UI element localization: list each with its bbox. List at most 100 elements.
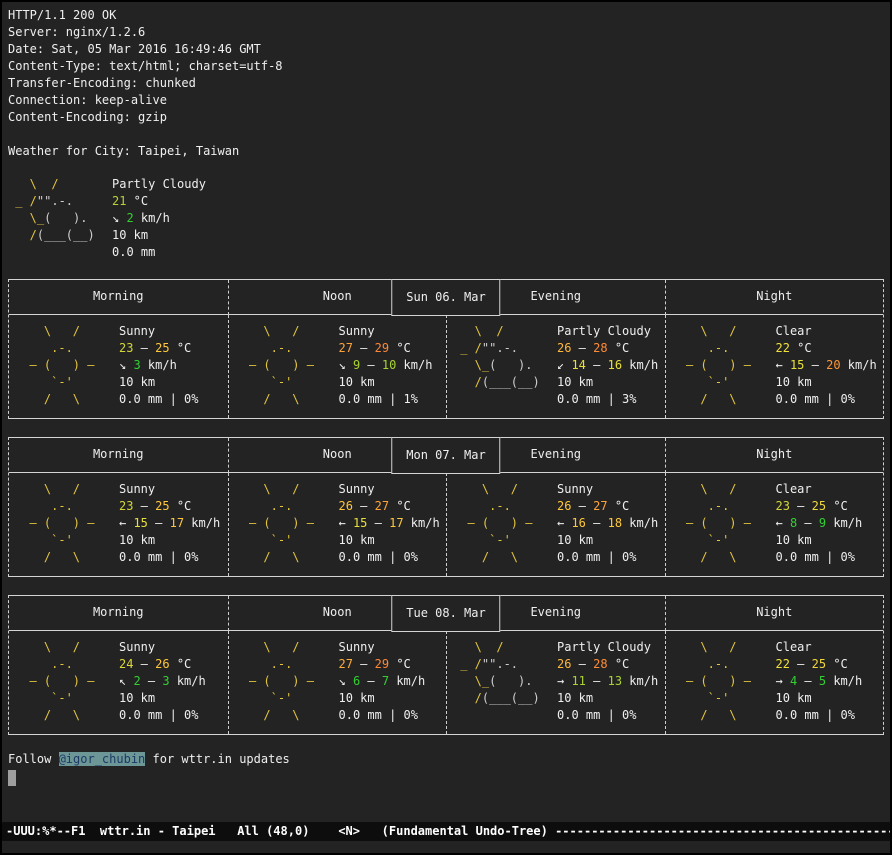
forecast-day: Tue 08. Mar Morning Noon Evening Night \… bbox=[8, 595, 884, 735]
visibility-value: 10 km bbox=[339, 690, 447, 707]
partly-cloudy-icon: \ / _ /"".-. \_( ). /(___(__) bbox=[447, 639, 557, 724]
twitter-handle-link[interactable]: @igor_chubin bbox=[59, 752, 146, 766]
forecast-cell: \ / .-. ― ( ) ― `-' / \ Sunny 26 – 27 °C… bbox=[228, 473, 447, 576]
temperature-range: 22 – 25 °C bbox=[776, 656, 884, 673]
visibility-value: 10 km bbox=[339, 374, 447, 391]
column-header-morning: Morning bbox=[9, 280, 228, 315]
precipitation-value: 0.0 mm | 0% bbox=[339, 549, 447, 566]
temperature-range: 23 – 25 °C bbox=[119, 498, 228, 515]
forecast-cell: \ / _ /"".-. \_( ). /(___(__) Partly Clo… bbox=[446, 315, 665, 418]
forecast-day: Mon 07. Mar Morning Noon Evening Night \… bbox=[8, 437, 884, 577]
partly-cloudy-icon: \ / _ /"".-. \_( ). /(___(__) bbox=[447, 323, 557, 408]
column-header-morning: Morning bbox=[9, 438, 228, 473]
precipitation-value: 0.0 mm | 0% bbox=[119, 391, 228, 408]
wind-direction-icon: ← bbox=[776, 358, 790, 372]
forecast-cell: \ / .-. ― ( ) ― `-' / \ Clear 22 °C ← 15… bbox=[665, 315, 884, 418]
column-header-morning: Morning bbox=[9, 596, 228, 631]
wind-speed: ↙ 14 – 16 km/h bbox=[557, 357, 665, 374]
forecast-cell: \ / .-. ― ( ) ― `-' / \ Sunny 27 – 29 °C… bbox=[228, 631, 447, 734]
partly-cloudy-icon: \ / _ /"".-. \_( ). /(___(__) bbox=[8, 176, 112, 261]
visibility-value: 10 km bbox=[776, 690, 884, 707]
wind-direction-icon: ↙ bbox=[557, 358, 571, 372]
sunny-icon: \ / .-. ― ( ) ― `-' / \ bbox=[666, 323, 776, 408]
condition-label: Sunny bbox=[119, 481, 228, 498]
sunny-icon: \ / .-. ― ( ) ― `-' / \ bbox=[9, 639, 119, 724]
precipitation-value: 0.0 mm | 0% bbox=[119, 549, 228, 566]
http-header-line: Content-Type: text/html; charset=utf-8 bbox=[8, 58, 884, 75]
visibility-value: 10 km bbox=[557, 532, 665, 549]
column-header-night: Night bbox=[665, 280, 884, 315]
condition-label: Partly Cloudy bbox=[557, 639, 665, 656]
condition-label: Sunny bbox=[339, 323, 447, 340]
wind-direction-icon: ← bbox=[776, 516, 790, 530]
sunny-icon: \ / .-. ― ( ) ― `-' / \ bbox=[447, 481, 557, 566]
forecast-cell: \ / .-. ― ( ) ― `-' / \ Sunny 23 – 25 °C… bbox=[9, 473, 228, 576]
wind-direction-icon: ← bbox=[119, 516, 133, 530]
temperature-range: 27 – 29 °C bbox=[339, 340, 447, 357]
precipitation-value: 0.0 mm | 0% bbox=[339, 707, 447, 724]
wind-speed: ← 16 – 18 km/h bbox=[557, 515, 665, 532]
follow-line: Follow @igor_chubin for wttr.in updates bbox=[8, 751, 884, 768]
condition-label: Sunny bbox=[339, 639, 447, 656]
wind-direction-icon: → bbox=[776, 674, 790, 688]
precipitation-value: 0.0 mm | 0% bbox=[776, 549, 884, 566]
modeline-dashes: ----------------------------------------… bbox=[555, 824, 890, 838]
condition-label: Clear bbox=[776, 323, 884, 340]
precipitation-value: 0.0 mm | 0% bbox=[557, 549, 665, 566]
forecast-cell: \ / .-. ― ( ) ― `-' / \ Clear 22 – 25 °C… bbox=[665, 631, 884, 734]
visibility-value: 10 km bbox=[557, 374, 665, 391]
sunny-icon: \ / .-. ― ( ) ― `-' / \ bbox=[229, 639, 339, 724]
sunny-icon: \ / .-. ― ( ) ― `-' / \ bbox=[666, 481, 776, 566]
condition-label: Sunny bbox=[119, 639, 228, 656]
wind-speed: ← 15 – 17 km/h bbox=[339, 515, 447, 532]
visibility-value: 10 km bbox=[119, 374, 228, 391]
wind-speed: ↘ 6 – 7 km/h bbox=[339, 673, 447, 690]
text-cursor bbox=[8, 770, 16, 786]
sunny-icon: \ / .-. ― ( ) ― `-' / \ bbox=[229, 481, 339, 566]
temperature-range: 24 – 26 °C bbox=[119, 656, 228, 673]
wind-direction-icon: ← bbox=[557, 516, 571, 530]
visibility-value: 10 km bbox=[119, 532, 228, 549]
forecast-cell: \ / .-. ― ( ) ― `-' / \ Sunny 24 – 26 °C… bbox=[9, 631, 228, 734]
sunny-icon: \ / .-. ― ( ) ― `-' / \ bbox=[229, 323, 339, 408]
visibility-value: 10 km bbox=[776, 532, 884, 549]
column-header-night: Night bbox=[665, 438, 884, 473]
visibility-value: 10 km bbox=[339, 532, 447, 549]
sunny-icon: \ / .-. ― ( ) ― `-' / \ bbox=[9, 323, 119, 408]
wind-speed: → 4 – 5 km/h bbox=[776, 673, 884, 690]
precipitation-value: 0.0 mm | 0% bbox=[776, 391, 884, 408]
wind-direction-icon: → bbox=[557, 674, 571, 688]
wind-speed: ↘ 3 km/h bbox=[119, 357, 228, 374]
condition-label: Clear bbox=[776, 481, 884, 498]
condition-label: Sunny bbox=[119, 323, 228, 340]
temperature-range: 22 °C bbox=[776, 340, 884, 357]
visibility-value: 10 km bbox=[112, 227, 884, 244]
condition-label: Sunny bbox=[339, 481, 447, 498]
precipitation-value: 0.0 mm | 0% bbox=[119, 707, 228, 724]
condition-label: Clear bbox=[776, 639, 884, 656]
sunny-icon: \ / .-. ― ( ) ― `-' / \ bbox=[666, 639, 776, 724]
wind-speed: ← 15 – 17 km/h bbox=[119, 515, 228, 532]
wind-direction-icon: ↖ bbox=[119, 674, 133, 688]
precipitation-value: 0.0 mm | 0% bbox=[776, 707, 884, 724]
condition-label: Partly Cloudy bbox=[112, 176, 884, 193]
http-header-line: Transfer-Encoding: chunked bbox=[8, 75, 884, 92]
wind-speed: ↘ 2 km/h bbox=[112, 210, 884, 227]
emacs-modeline: -UUU:%*--F1 wttr.in - Taipei All (48,0) … bbox=[2, 822, 890, 841]
precipitation-value: 0.0 mm | 3% bbox=[557, 391, 665, 408]
http-header-line: Content-Encoding: gzip bbox=[8, 109, 884, 126]
forecast-cell: \ / .-. ― ( ) ― `-' / \ Sunny 23 – 25 °C… bbox=[9, 315, 228, 418]
date-box: Mon 07. Mar bbox=[391, 437, 500, 474]
location-heading: Weather for City: Taipei, Taiwan bbox=[8, 143, 884, 160]
forecast-cell: \ / _ /"".-. \_( ). /(___(__) Partly Clo… bbox=[446, 631, 665, 734]
wind-direction-icon: ↘ bbox=[339, 358, 353, 372]
wind-direction-icon: ↘ bbox=[112, 211, 126, 225]
wind-speed: ↖ 2 – 3 km/h bbox=[119, 673, 228, 690]
visibility-value: 10 km bbox=[119, 690, 228, 707]
precipitation-value: 0.0 mm | 0% bbox=[557, 707, 665, 724]
forecast-cell: \ / .-. ― ( ) ― `-' / \ Sunny 27 – 29 °C… bbox=[228, 315, 447, 418]
wind-direction-icon: ↘ bbox=[339, 674, 353, 688]
temperature-range: 23 – 25 °C bbox=[776, 498, 884, 515]
temperature-range: 27 – 29 °C bbox=[339, 656, 447, 673]
forecast-cell: \ / .-. ― ( ) ― `-' / \ Clear 23 – 25 °C… bbox=[665, 473, 884, 576]
